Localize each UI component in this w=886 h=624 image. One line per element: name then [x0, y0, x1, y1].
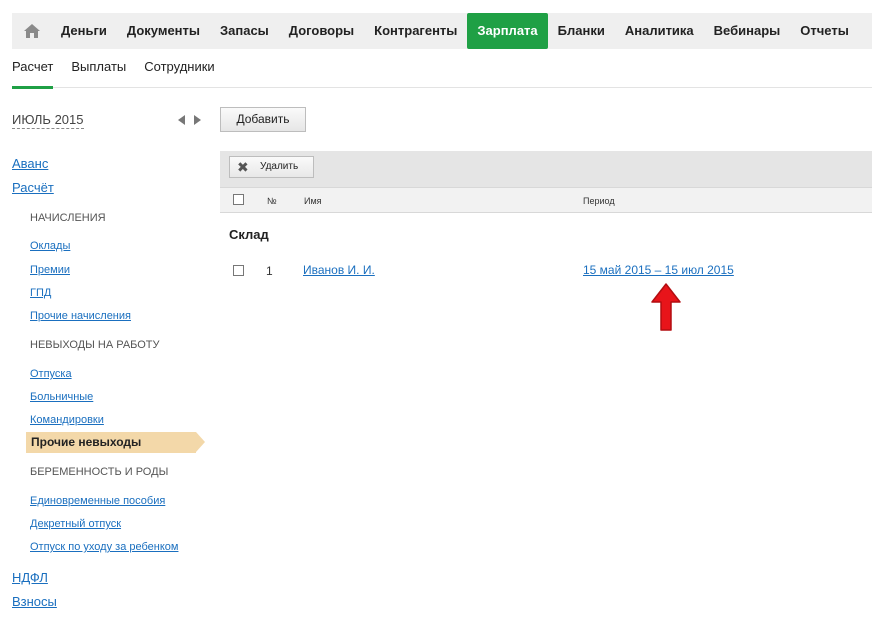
tab-payments[interactable]: Выплаты — [71, 56, 126, 88]
sidebar-link-maternity-leave[interactable]: Декретный отпуск — [30, 518, 121, 530]
column-period: Период — [583, 196, 615, 206]
sidebar-link-other-accruals[interactable]: Прочие начисления — [30, 310, 131, 322]
section-absences: НЕВЫХОДЫ НА РАБОТУ — [30, 339, 160, 351]
delete-button[interactable]: ✖ Удалить — [229, 156, 314, 178]
add-button[interactable]: Добавить — [220, 107, 306, 132]
nav-item-webinars[interactable]: Вебинары — [704, 13, 791, 49]
close-icon: ✖ — [237, 159, 249, 175]
section-accruals: НАЧИСЛЕНИЯ — [30, 212, 106, 224]
prev-month-icon[interactable] — [178, 115, 185, 125]
nav-item-stock[interactable]: Запасы — [210, 13, 279, 49]
sidebar-link-advance[interactable]: Аванс — [12, 156, 48, 171]
sidebar-link-contributions[interactable]: Взносы — [12, 594, 57, 609]
table-toolbar: ✖ Удалить — [220, 151, 872, 187]
table-header: № Имя Период — [220, 187, 872, 213]
nav-item-analytics[interactable]: Аналитика — [615, 13, 704, 49]
sidebar-link-sick-leave[interactable]: Больничные — [30, 391, 93, 403]
column-number: № — [267, 196, 277, 206]
month-label[interactable]: ИЮЛЬ 2015 — [12, 112, 84, 129]
group-title: Склад — [229, 227, 269, 242]
sidebar-link-one-time-benefits[interactable]: Единовременные пособия — [30, 495, 165, 507]
delete-button-label: Удалить — [260, 161, 299, 172]
sidebar-link-gpd[interactable]: ГПД — [30, 287, 51, 299]
sidebar-link-business-trips[interactable]: Командировки — [30, 414, 104, 426]
top-navigation: Деньги Документы Запасы Договоры Контраг… — [12, 13, 872, 49]
tab-employees[interactable]: Сотрудники — [144, 56, 214, 88]
sidebar-link-ndfl[interactable]: НДФЛ — [12, 570, 48, 585]
section-pregnancy: БЕРЕМЕННОСТЬ И РОДЫ — [30, 466, 169, 478]
sub-tabs: Расчет Выплаты Сотрудники — [12, 56, 872, 89]
home-icon[interactable] — [12, 13, 51, 49]
select-all-checkbox[interactable] — [233, 194, 244, 205]
sidebar-link-bonuses[interactable]: Премии — [30, 264, 70, 276]
sidebar-link-vacations[interactable]: Отпуска — [30, 368, 72, 380]
sidebar-link-childcare-leave[interactable]: Отпуск по уходу за ребенком — [30, 541, 178, 553]
row-number: 1 — [266, 264, 273, 278]
month-selector: ИЮЛЬ 2015 — [12, 112, 204, 130]
sidebar-item-other-absences[interactable]: Прочие невыходы — [26, 432, 205, 453]
annotation-arrow-icon — [651, 283, 681, 331]
next-month-icon[interactable] — [194, 115, 201, 125]
nav-item-contracts[interactable]: Договоры — [279, 13, 364, 49]
sidebar-link-salaries[interactable]: Оклады — [30, 240, 70, 252]
nav-item-reports[interactable]: Отчеты — [790, 13, 859, 49]
nav-item-documents[interactable]: Документы — [117, 13, 210, 49]
employee-name-link[interactable]: Иванов И. И. — [303, 263, 375, 277]
column-name: Имя — [304, 196, 322, 206]
period-link[interactable]: 15 май 2015 – 15 июл 2015 — [583, 263, 734, 277]
row-checkbox[interactable] — [233, 265, 244, 276]
nav-item-money[interactable]: Деньги — [51, 13, 117, 49]
tab-calculation[interactable]: Расчет — [12, 56, 54, 89]
nav-item-salary[interactable]: Зарплата — [467, 13, 548, 49]
sidebar-link-calculation[interactable]: Расчёт — [12, 180, 54, 195]
nav-item-forms[interactable]: Бланки — [548, 13, 615, 49]
nav-item-counterparties[interactable]: Контрагенты — [364, 13, 467, 49]
